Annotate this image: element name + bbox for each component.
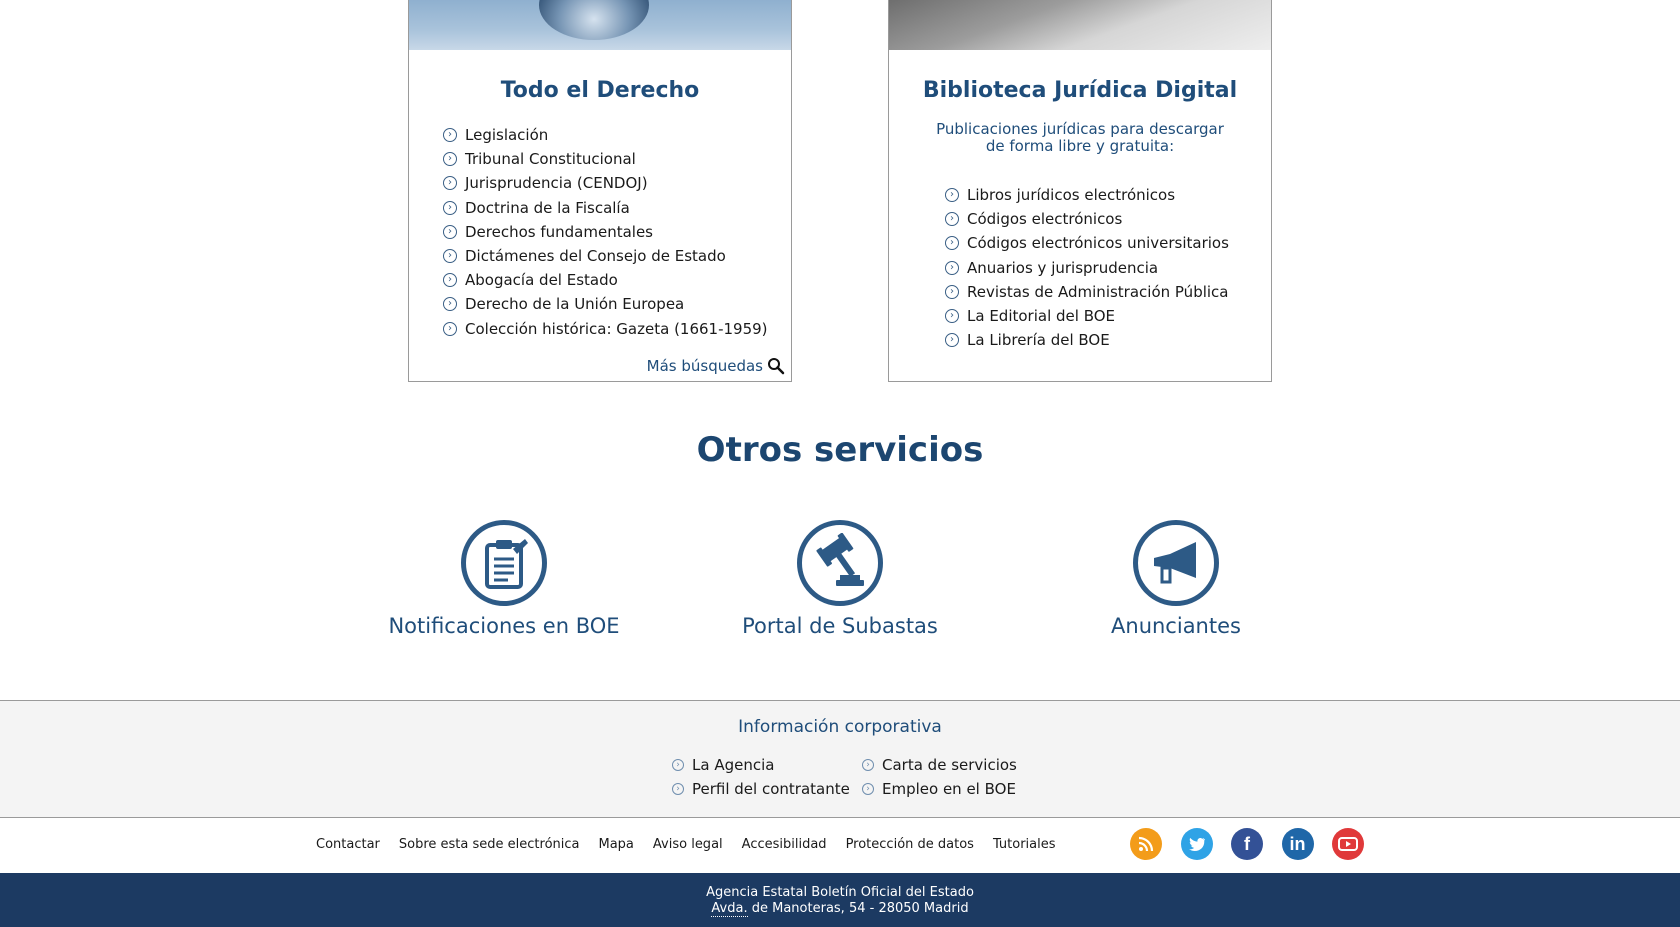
address-line-1: Agencia Estatal Boletín Oficial del Esta… [706, 885, 974, 900]
corporativa-link[interactable]: › Carta de servicios [862, 755, 1022, 775]
footer-link-mapa[interactable]: Mapa [599, 837, 634, 852]
service-label[interactable]: Portal de Subastas [690, 614, 990, 638]
chevron-right-icon: › [443, 249, 457, 264]
list-item[interactable]: › Doctrina de la Fiscalía [443, 196, 791, 220]
clipboard-icon[interactable] [461, 520, 547, 606]
chevron-right-icon: › [945, 188, 959, 203]
chevron-right-icon: › [945, 284, 959, 299]
mas-busquedas-link[interactable]: Más búsquedas [647, 357, 785, 375]
list-item[interactable]: › Jurisprudencia (CENDOJ) [443, 171, 791, 195]
todo-derecho-image [409, 0, 791, 50]
megaphone-icon[interactable] [1133, 520, 1219, 606]
footer-link-accesibilidad[interactable]: Accesibilidad [742, 837, 827, 852]
social-links: f in [1130, 828, 1383, 860]
chevron-right-icon: › [443, 200, 457, 215]
address-rest: de Manoteras, 54 - 28050 Madrid [747, 901, 969, 916]
list-item[interactable]: › Derecho de la Unión Europea [443, 292, 791, 316]
todo-derecho-title[interactable]: Todo el Derecho [409, 78, 791, 103]
corporativa-link[interactable]: › Perfil del contratante [672, 779, 862, 799]
biblioteca-list: › Libros jurídicos electrónicos › Códigos … [945, 183, 1271, 352]
footer-links-bar: Contactar Sobre esta sede electrónica Ma… [0, 818, 1680, 873]
biblioteca-image [889, 0, 1271, 50]
list-item[interactable]: › Abogacía del Estado [443, 268, 791, 292]
search-icon[interactable] [767, 357, 785, 375]
chevron-right-icon: › [945, 212, 959, 227]
chevron-right-icon: › [443, 176, 457, 191]
footer-link-tutoriales[interactable]: Tutoriales [993, 837, 1056, 852]
todo-derecho-list: › Legislación › Tribunal Constitucional › J… [443, 123, 791, 341]
list-item[interactable]: › Tribunal Constitucional [443, 147, 791, 171]
chevron-right-icon: › [443, 273, 457, 288]
chevron-right-icon: › [443, 224, 457, 239]
chevron-right-icon: › [443, 321, 457, 336]
list-item[interactable]: › La Librería del BOE [945, 328, 1271, 352]
biblioteca-card: Biblioteca Jurídica Digital Publicacione… [888, 0, 1272, 382]
chevron-right-icon: › [672, 783, 684, 795]
footer-link-aviso-legal[interactable]: Aviso legal [653, 837, 723, 852]
footer-link-sede[interactable]: Sobre esta sede electrónica [399, 837, 580, 852]
chevron-right-icon: › [443, 128, 457, 143]
list-item[interactable]: › Colección histórica: Gazeta (1661-1959) [443, 317, 791, 341]
biblioteca-title[interactable]: Biblioteca Jurídica Digital [889, 78, 1271, 103]
gavel-icon[interactable] [797, 520, 883, 606]
corporativa-links: › La Agencia › Carta de servicios › Perfil … [672, 755, 1022, 799]
list-item[interactable]: › Anuarios y jurisprudencia [945, 256, 1271, 280]
chevron-right-icon: › [443, 152, 457, 167]
todo-derecho-card: Todo el Derecho › Legislación › Tribunal C… [408, 0, 792, 382]
twitter-icon[interactable] [1180, 828, 1213, 860]
rss-icon[interactable] [1130, 828, 1162, 860]
chevron-right-icon: › [443, 297, 457, 312]
footer-link-contactar[interactable]: Contactar [316, 837, 380, 852]
informacion-corporativa: Información corporativa › La Agencia › Car… [0, 700, 1680, 818]
chevron-right-icon: › [672, 759, 684, 771]
facebook-icon[interactable]: f [1231, 828, 1263, 860]
service-subastas[interactable]: Portal de Subastas [690, 520, 990, 638]
address-line-2: Avda. de Manoteras, 54 - 28050 Madrid [0, 901, 1680, 917]
chevron-right-icon: › [945, 333, 959, 348]
corporativa-title: Información corporativa [738, 717, 942, 737]
otros-servicios-title: Otros servicios [696, 430, 984, 470]
list-item[interactable]: › Revistas de Administración Pública [945, 280, 1271, 304]
corporativa-link[interactable]: › La Agencia [672, 755, 862, 775]
chevron-right-icon: › [945, 309, 959, 324]
service-label[interactable]: Anunciantes [1026, 614, 1326, 638]
footer-link-proteccion-datos[interactable]: Protección de datos [846, 837, 974, 852]
list-item[interactable]: › Códigos electrónicos [945, 207, 1271, 231]
biblioteca-subtitle: Publicaciones jurídicas para descargar d… [936, 120, 1224, 155]
footer-nav: Contactar Sobre esta sede electrónica Ma… [316, 837, 1075, 852]
chevron-right-icon: › [862, 759, 874, 771]
address-abbr: Avda. [711, 901, 748, 917]
service-notificaciones[interactable]: Notificaciones en BOE [354, 520, 654, 638]
corporativa-link[interactable]: › Empleo en el BOE [862, 779, 1022, 799]
service-label[interactable]: Notificaciones en BOE [354, 614, 654, 638]
footer-address: Agencia Estatal Boletín Oficial del Esta… [0, 873, 1680, 927]
chevron-right-icon: › [862, 783, 874, 795]
list-item[interactable]: › Libros jurídicos electrónicos [945, 183, 1271, 207]
list-item[interactable]: › Legislación [443, 123, 791, 147]
list-item[interactable]: › Códigos electrónicos universitarios [945, 231, 1271, 255]
page: Todo el Derecho › Legislación › Tribunal C… [0, 0, 1680, 927]
chevron-right-icon: › [945, 260, 959, 275]
list-item[interactable]: › La Editorial del BOE [945, 304, 1271, 328]
chevron-right-icon: › [945, 236, 959, 251]
list-item[interactable]: › Derechos fundamentales [443, 220, 791, 244]
list-item[interactable]: › Dictámenes del Consejo de Estado [443, 244, 791, 268]
service-anunciantes[interactable]: Anunciantes [1026, 520, 1326, 638]
youtube-icon[interactable] [1332, 828, 1364, 860]
linkedin-icon[interactable]: in [1281, 828, 1314, 860]
